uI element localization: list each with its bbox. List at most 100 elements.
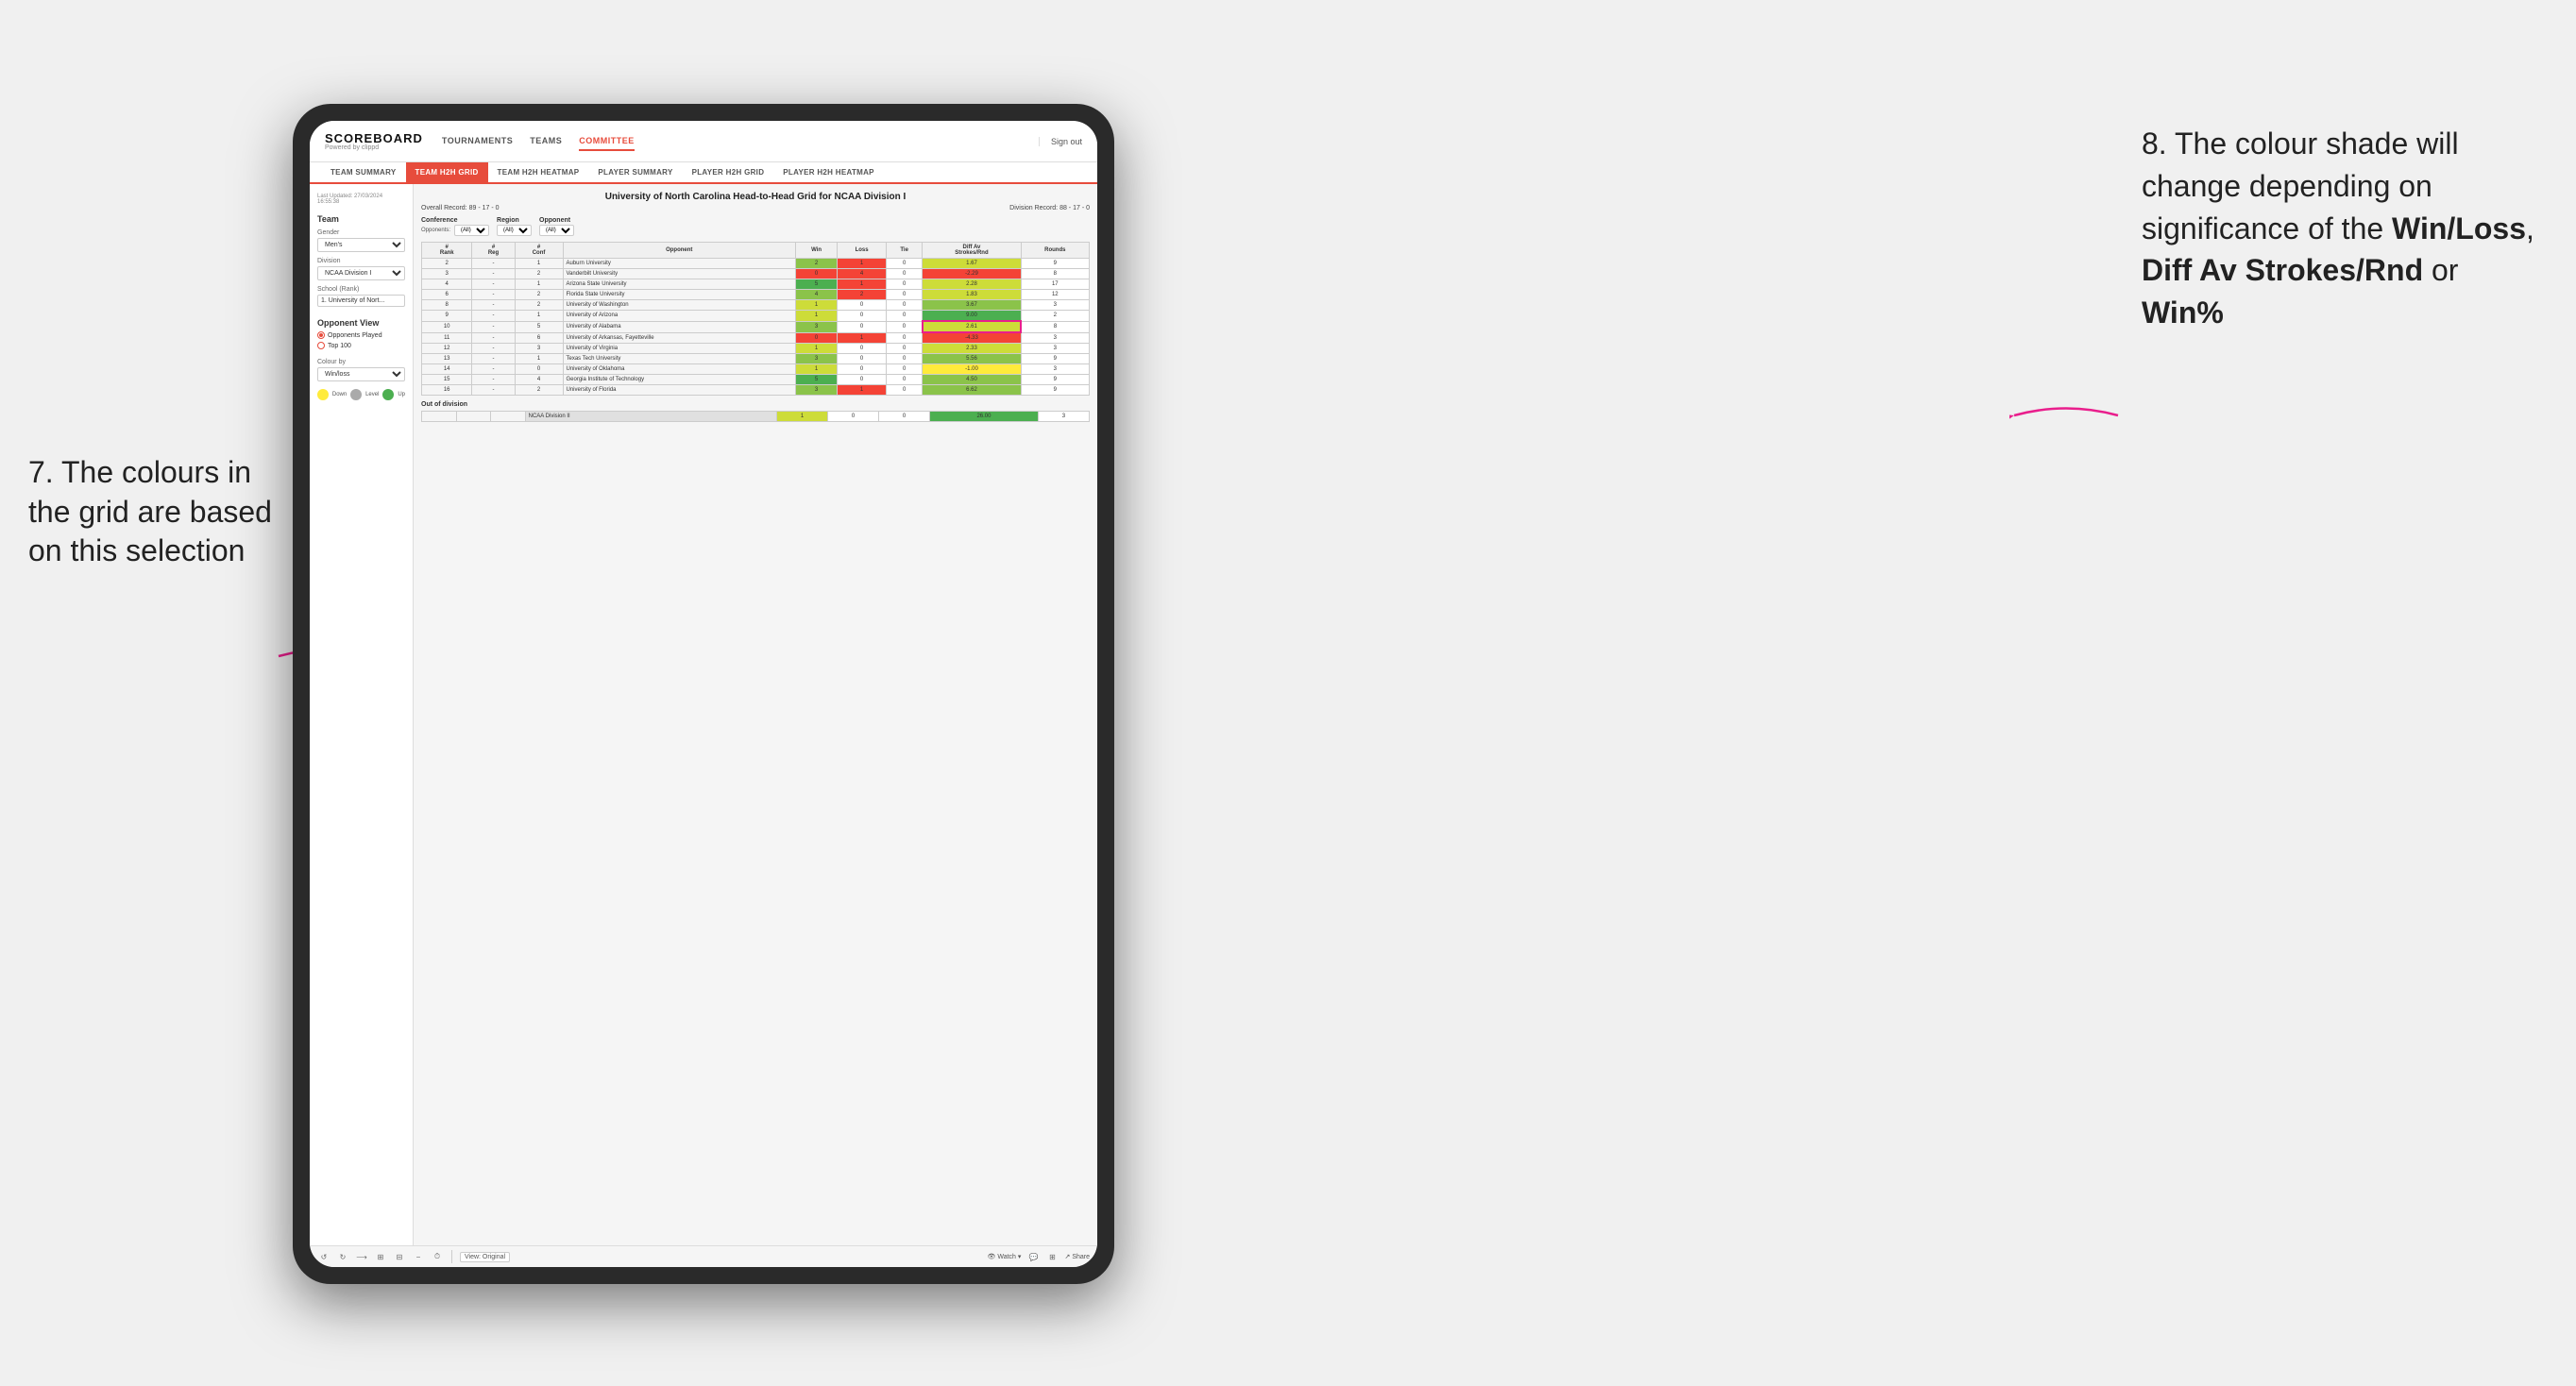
col-win: Win: [795, 243, 837, 259]
cell-win: 0: [795, 332, 837, 344]
radio-opponents-icon: [317, 331, 325, 339]
legend-level-dot: [350, 389, 362, 400]
nav-tournaments[interactable]: TOURNAMENTS: [442, 132, 513, 151]
nav-items: TOURNAMENTS TEAMS COMMITTEE: [442, 132, 1020, 151]
cell-reg: -: [472, 259, 515, 269]
table-row: 2 - 1 Auburn University 2 1 0 1.67 9: [422, 259, 1090, 269]
col-opponent: Opponent: [563, 243, 795, 259]
last-updated: Last Updated: 27/03/2024 16:55:38: [317, 194, 405, 205]
filter-conference: Conference Opponents: (All): [421, 217, 489, 236]
cell-rounds: 3: [1021, 344, 1089, 354]
paste-icon[interactable]: ⊟: [393, 1250, 406, 1263]
radio-opponents-played[interactable]: Opponents Played: [317, 331, 405, 339]
toolbar-right: 👁 Watch ▾ 💬 ⊞ ↗ Share: [987, 1250, 1090, 1263]
tab-player-h2h-grid[interactable]: PLAYER H2H GRID: [683, 162, 774, 182]
cell-opponent: Georgia Institute of Technology: [563, 375, 795, 385]
gender-select[interactable]: Men's: [317, 238, 405, 252]
col-diff: Diff AvStrokes/Rnd: [923, 243, 1021, 259]
share-button[interactable]: ↗ Share: [1064, 1253, 1090, 1260]
view-original-button[interactable]: View: Original: [460, 1252, 510, 1262]
legend-down-dot: [317, 389, 329, 400]
opponent-select[interactable]: (All): [539, 225, 574, 236]
nav-committee[interactable]: COMMITTEE: [579, 132, 635, 151]
ood-label: NCAA Division II: [525, 412, 776, 422]
conference-select[interactable]: (All): [454, 225, 489, 236]
tab-team-summary[interactable]: TEAM SUMMARY: [321, 162, 406, 182]
sign-out-button[interactable]: Sign out: [1039, 137, 1082, 146]
cell-tie: 0: [886, 344, 922, 354]
division-select[interactable]: NCAA Division I: [317, 266, 405, 280]
cell-reg: -: [472, 354, 515, 364]
cell-win: 4: [795, 290, 837, 300]
col-tie: Tie: [886, 243, 922, 259]
app-header: SCOREBOARD Powered by clippd TOURNAMENTS…: [310, 121, 1097, 162]
copy-icon[interactable]: ⊞: [374, 1250, 387, 1263]
cell-win: 1: [795, 364, 837, 375]
ood-diff: 26.00: [930, 412, 1039, 422]
cell-tie: 0: [886, 332, 922, 344]
tab-team-h2h-heatmap[interactable]: TEAM H2H HEATMAP: [488, 162, 589, 182]
cell-rank: 16: [422, 385, 472, 396]
cell-loss: 0: [838, 311, 887, 322]
table-row: 4 - 1 Arizona State University 5 1 0 2.2…: [422, 279, 1090, 290]
cell-win: 1: [795, 300, 837, 311]
comment-icon[interactable]: 💬: [1026, 1250, 1040, 1263]
colour-by-select[interactable]: Win/loss: [317, 367, 405, 381]
table-row: 10 - 5 University of Alabama 3 0 0 2.61 …: [422, 321, 1090, 332]
cell-win: 2: [795, 259, 837, 269]
nav-teams[interactable]: TEAMS: [530, 132, 562, 151]
out-of-division-table: NCAA Division II 1 0 0 26.00 3: [421, 411, 1090, 422]
cell-conf: 5: [515, 321, 563, 332]
radio-top100[interactable]: Top 100: [317, 342, 405, 349]
cell-win: 3: [795, 354, 837, 364]
table-row: 11 - 6 University of Arkansas, Fayettevi…: [422, 332, 1090, 344]
table-row: 6 - 2 Florida State University 4 2 0 1.8…: [422, 290, 1090, 300]
col-rank: #Rank: [422, 243, 472, 259]
redo-icon[interactable]: ↻: [336, 1250, 349, 1263]
cell-loss: 1: [838, 385, 887, 396]
watch-button[interactable]: 👁 Watch ▾: [987, 1253, 1021, 1260]
toolbar-sep: [451, 1250, 452, 1263]
table-row: NCAA Division II 1 0 0 26.00 3: [422, 412, 1090, 422]
tablet-frame: SCOREBOARD Powered by clippd TOURNAMENTS…: [293, 104, 1114, 1284]
cell-rounds: 2: [1021, 311, 1089, 322]
ood-loss: 0: [828, 412, 879, 422]
layout-icon[interactable]: ⊞: [1045, 1250, 1059, 1263]
cell-loss: 1: [838, 259, 887, 269]
region-select[interactable]: (All): [497, 225, 532, 236]
cell-loss: 0: [838, 375, 887, 385]
undo-icon[interactable]: ↺: [317, 1250, 330, 1263]
sidebar: Last Updated: 27/03/2024 16:55:38 Team G…: [310, 184, 414, 1245]
cell-rounds: 9: [1021, 259, 1089, 269]
minus-icon[interactable]: −: [412, 1250, 425, 1263]
cell-reg: -: [472, 269, 515, 279]
cell-loss: 0: [838, 354, 887, 364]
cell-tie: 0: [886, 354, 922, 364]
sub-nav: TEAM SUMMARY TEAM H2H GRID TEAM H2H HEAT…: [310, 162, 1097, 184]
tablet-screen: SCOREBOARD Powered by clippd TOURNAMENTS…: [310, 121, 1097, 1267]
school-value: 1. University of Nort...: [317, 295, 405, 307]
cell-opponent: University of Washington: [563, 300, 795, 311]
opponent-view-title: Opponent View: [317, 318, 405, 328]
radio-top100-label: Top 100: [328, 343, 351, 349]
colour-by-label: Colour by: [317, 359, 405, 365]
cell-win: 1: [795, 344, 837, 354]
cell-conf: 1: [515, 354, 563, 364]
cell-reg: -: [472, 321, 515, 332]
cell-conf: 2: [515, 385, 563, 396]
cell-conf: 0: [515, 364, 563, 375]
cell-diff: 3.67: [923, 300, 1021, 311]
tab-team-h2h-grid[interactable]: TEAM H2H GRID: [406, 162, 488, 182]
legend-up-label: Up: [398, 392, 405, 397]
clock-icon[interactable]: ⏱: [431, 1250, 444, 1263]
col-reg: #Reg: [472, 243, 515, 259]
forward-icon[interactable]: ⟶: [355, 1250, 368, 1263]
right-arrow: [2009, 397, 2123, 439]
tab-player-h2h-heatmap[interactable]: PLAYER H2H HEATMAP: [773, 162, 884, 182]
cell-reg: -: [472, 385, 515, 396]
tab-player-summary[interactable]: PLAYER SUMMARY: [588, 162, 682, 182]
cell-opponent: Auburn University: [563, 259, 795, 269]
table-header-row: #Rank #Reg #Conf Opponent Win Loss Tie D…: [422, 243, 1090, 259]
legend-down-label: Down: [332, 392, 347, 397]
cell-loss: 4: [838, 269, 887, 279]
